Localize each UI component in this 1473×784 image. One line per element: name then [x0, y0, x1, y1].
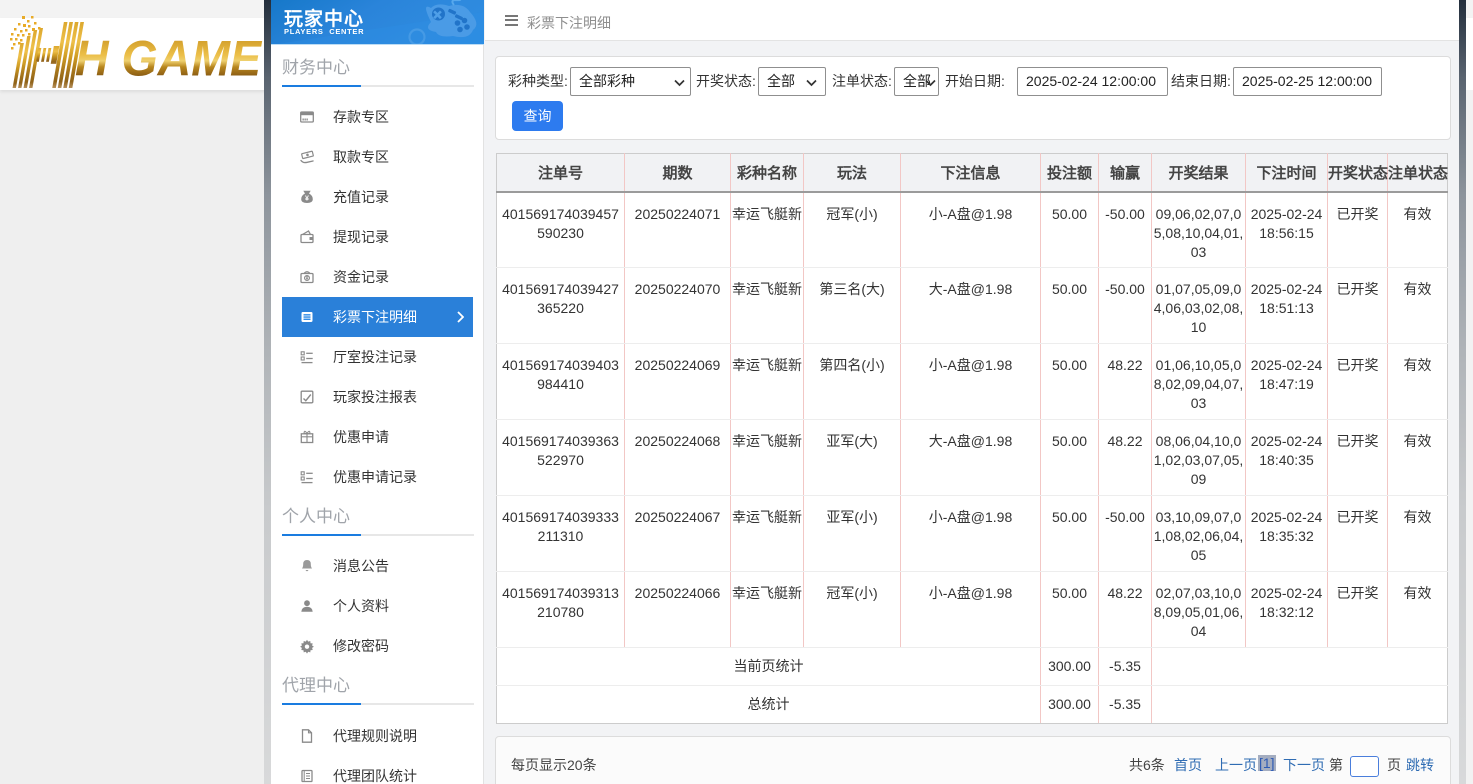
svg-text:H GAME: H GAME [75, 31, 263, 87]
svg-text:¥: ¥ [305, 196, 309, 203]
